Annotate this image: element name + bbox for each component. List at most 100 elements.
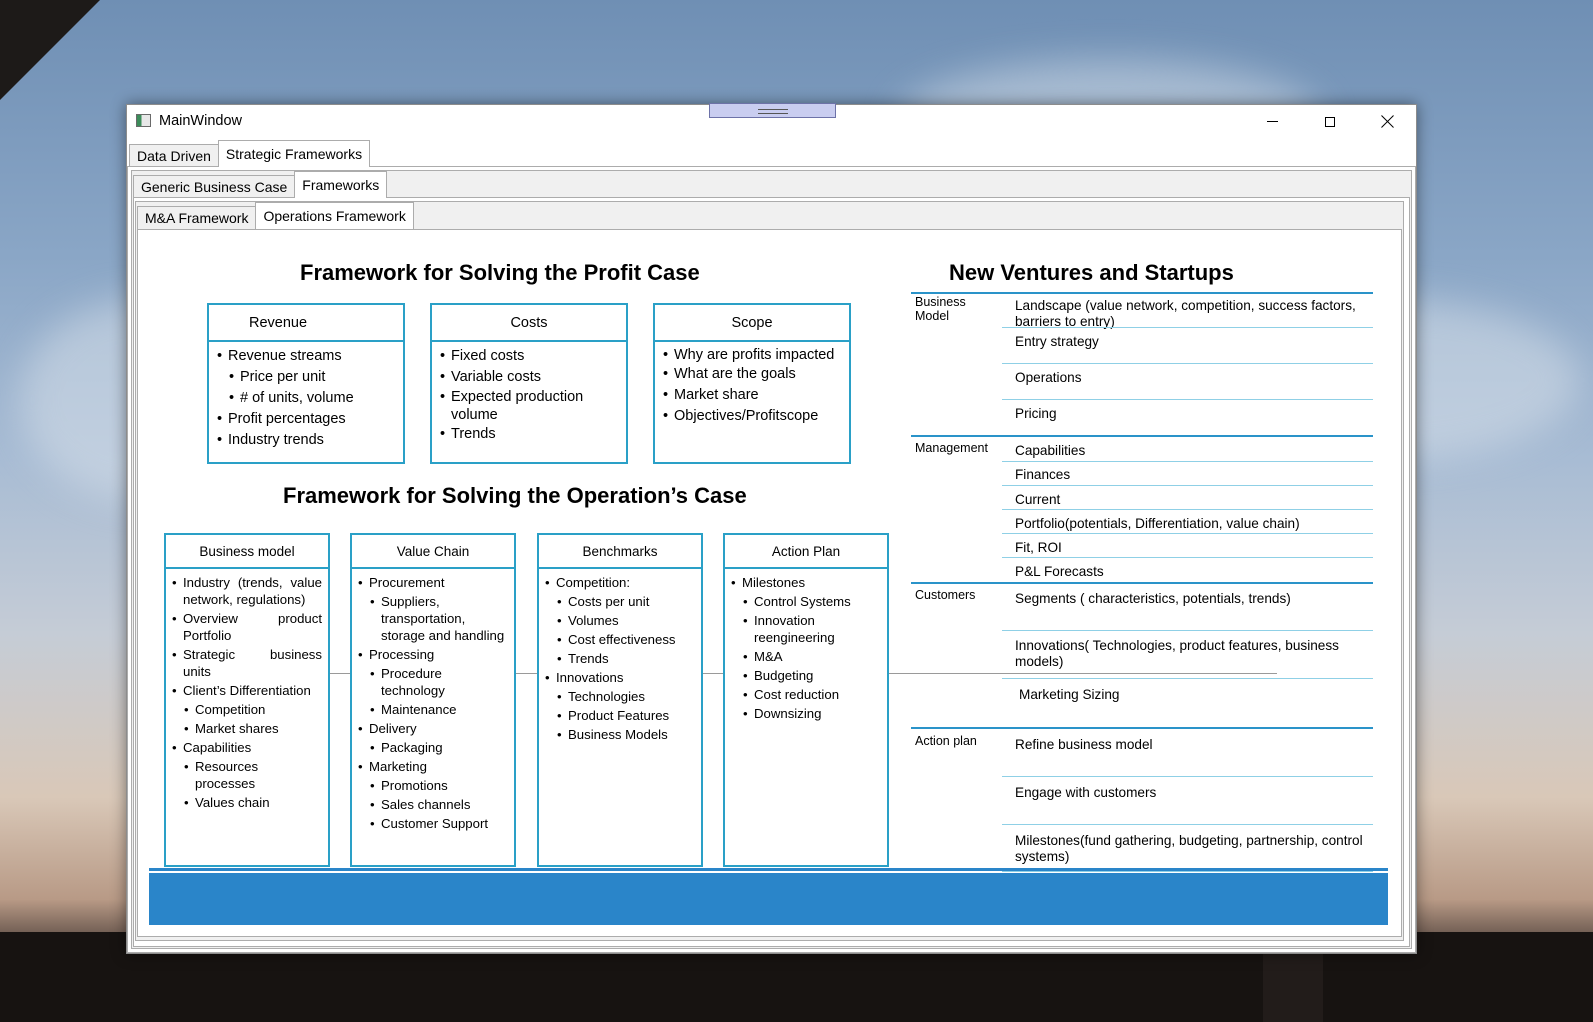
list-item: Volumes [545, 612, 695, 629]
profit-case-title: Framework for Solving the Profit Case [300, 260, 700, 285]
venture-item: Entry strategy [1015, 334, 1099, 349]
list-item: Objectives/Profitscope [663, 406, 841, 427]
drag-handle[interactable] [709, 103, 836, 118]
list-item: Technologies [545, 688, 695, 705]
divider [1002, 630, 1373, 631]
venture-item: Current [1015, 492, 1061, 507]
desktop-tower-silhouette [1263, 952, 1323, 1022]
list-item: Processing [358, 646, 508, 663]
list-item: Why are profits impacted [663, 346, 841, 364]
divider [1002, 509, 1373, 510]
venture-item: Fit, ROI [1015, 540, 1062, 555]
list-item: Promotions [358, 777, 508, 794]
list-item: Packaging [358, 739, 508, 756]
close-button[interactable] [1364, 105, 1410, 138]
scope-box: Scope Why are profits impacted What are … [653, 303, 851, 464]
tab-strategic-frameworks[interactable]: Strategic Frameworks [217, 140, 371, 167]
list-item: What are the goals [663, 364, 841, 385]
venture-item: P&L Forecasts [1015, 564, 1104, 579]
maximize-icon [1325, 116, 1335, 127]
list-item: Product Features [545, 707, 695, 724]
venture-item: Milestones(fund gathering, budgeting, pa… [1015, 833, 1363, 864]
list-item: Marketing [358, 758, 508, 775]
benchmarks-box: Benchmarks Competition: Costs per unit V… [537, 533, 703, 867]
divider [1002, 485, 1373, 486]
list-item: Expected production volume [440, 388, 618, 424]
list-item: Fixed costs [440, 346, 618, 367]
divider [1002, 399, 1373, 400]
title-bar[interactable]: MainWindow [127, 103, 1416, 138]
list-item: Strategic business units [172, 646, 322, 680]
revenue-box-title: Revenue [209, 305, 403, 342]
list-item: Procedure technology [358, 665, 461, 699]
list-item: Variable costs [440, 367, 618, 388]
tab-frameworks[interactable]: Frameworks [294, 171, 388, 198]
tab-operations-framework[interactable]: Operations Framework [255, 202, 414, 229]
minimize-button[interactable] [1249, 105, 1295, 138]
divider [1002, 461, 1373, 462]
list-item: Profit percentages [217, 409, 395, 430]
list-item: Budgeting [731, 667, 881, 684]
list-item: Resources processes [172, 758, 265, 792]
tab-generic-business-case[interactable]: Generic Business Case [133, 175, 296, 198]
list-item: Procurement [358, 574, 508, 591]
venture-item: Segments ( characteristics, potentials, … [1015, 591, 1291, 606]
list-item: Delivery [358, 720, 508, 737]
list-item: Innovations [545, 669, 695, 686]
revenue-box: Revenue Revenue streams Price per unit #… [207, 303, 405, 464]
minimize-icon [1266, 121, 1278, 122]
divider [911, 435, 1373, 437]
business-model-box: Business model Industry (trends, value n… [164, 533, 330, 867]
group-label-business-model: Business Model [915, 295, 966, 323]
list-item: Sales channels [358, 796, 508, 813]
action-plan-box-title: Action Plan [725, 535, 887, 569]
group-label-customers: Customers [915, 588, 976, 602]
divider [1002, 776, 1373, 777]
venture-item: Landscape (value network, competition, s… [1015, 298, 1356, 329]
venture-item: Marketing Sizing [1019, 687, 1120, 702]
venture-item: Pricing [1015, 406, 1057, 421]
costs-box: Costs Fixed costs Variable costs Expecte… [430, 303, 628, 464]
costs-box-title: Costs [432, 305, 626, 342]
scope-box-title: Scope [655, 305, 849, 342]
venture-item: Capabilities [1015, 443, 1086, 458]
venture-item: Innovations( Technologies, product featu… [1015, 638, 1339, 669]
list-item: Trends [440, 424, 618, 445]
list-item: Customer Support [358, 815, 508, 832]
group-label-management: Management [915, 441, 988, 455]
divider [1002, 678, 1373, 679]
list-item: Cost reduction [731, 686, 881, 703]
framework-slide: Framework for Solving the Profit Case Fr… [149, 241, 1388, 925]
list-item: Business Models [545, 726, 695, 743]
operations-case-title: Framework for Solving the Operation’s Ca… [283, 483, 747, 508]
list-item: # of units, volume [217, 388, 395, 409]
list-item: Innovation reengineering [731, 612, 835, 646]
list-item: Industry trends [217, 430, 395, 451]
list-item: Overview product Portfolio [172, 610, 322, 644]
tabbar-level3: M&A Framework Operations Framework [137, 202, 414, 229]
venture-item: Engage with customers [1015, 785, 1157, 800]
tab-data-driven[interactable]: Data Driven [129, 144, 219, 167]
group-label-action-plan: Action plan [915, 734, 977, 748]
list-item: Trends [545, 650, 695, 667]
slide-footer-bar [149, 868, 1388, 925]
maximize-button[interactable] [1307, 105, 1353, 138]
divider [1002, 327, 1373, 328]
list-item: Market share [663, 385, 841, 406]
list-item: Market shares [172, 720, 322, 737]
tab-ma-framework[interactable]: M&A Framework [137, 206, 257, 229]
tabbar-level1: Data Driven Strategic Frameworks [129, 140, 371, 167]
list-item: Maintenance [358, 701, 508, 718]
benchmarks-box-title: Benchmarks [539, 535, 701, 569]
list-item: Milestones [731, 574, 881, 591]
ventures-title: New Ventures and Startups [949, 260, 1234, 285]
list-item: Values chain [172, 794, 322, 811]
desktop-roof-silhouette [0, 0, 100, 100]
business-model-box-title: Business model [166, 535, 328, 569]
venture-item: Operations [1015, 370, 1082, 385]
list-item: Client’s Differentiation [172, 682, 322, 699]
list-item: Control Systems [731, 593, 881, 610]
divider [1002, 363, 1373, 364]
divider [911, 292, 1373, 294]
list-item: Price per unit [217, 367, 395, 388]
